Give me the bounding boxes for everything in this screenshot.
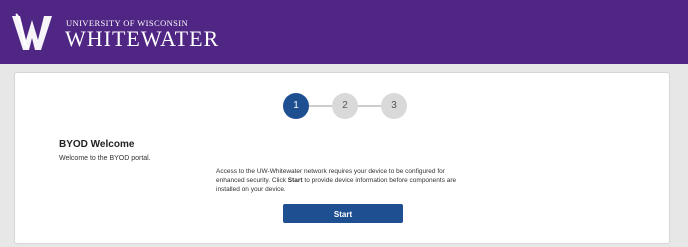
- byod-welcome-card: 1 2 3 BYOD Welcome Welcome to the BYOD p…: [14, 72, 670, 244]
- welcome-message: Welcome to the BYOD portal.: [59, 155, 151, 162]
- step-3: 3: [381, 93, 407, 119]
- progress-stepper: 1 2 3: [283, 93, 407, 121]
- site-header: UNIVERSITY OF WISCONSIN WHITEWATER: [0, 0, 688, 64]
- step-connector: [309, 105, 332, 107]
- step-2: 2: [332, 93, 358, 119]
- info-text-bold: Start: [287, 177, 303, 184]
- start-button[interactable]: Start: [283, 204, 403, 223]
- uw-whitewater-logo-icon: [12, 13, 52, 50]
- page-title: BYOD Welcome: [59, 139, 135, 150]
- logo-whitewater-text: WHITEWATER: [65, 26, 220, 51]
- security-info-text: Access to the UW-Whitewater network requ…: [216, 167, 466, 194]
- step-connector: [358, 105, 381, 107]
- step-1: 1: [283, 93, 309, 119]
